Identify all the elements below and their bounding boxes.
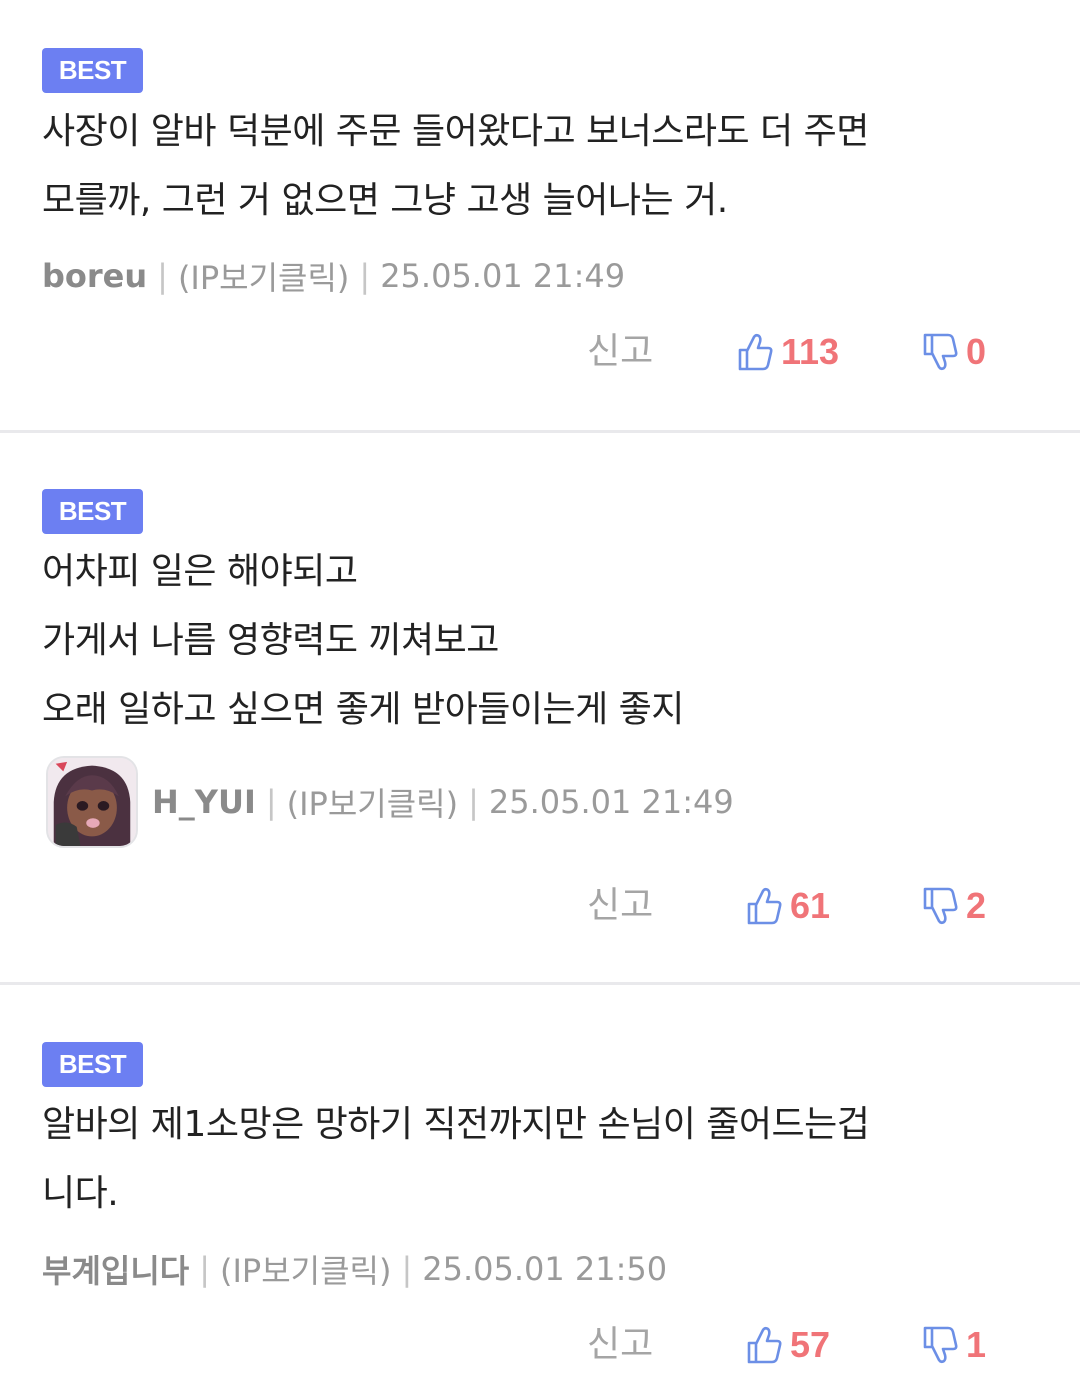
upvote-button[interactable]: 61	[746, 876, 830, 936]
report-button[interactable]: 신고	[587, 322, 653, 382]
meta-separator: |	[265, 783, 277, 821]
thumbs-down-icon	[923, 333, 958, 371]
comment-line: 알바의 제1소망은 망하기 직전까지만 손님이 줄어드는겁	[42, 1104, 870, 1145]
author-nickname[interactable]: boreu	[42, 257, 147, 295]
ip-view-link[interactable]: (IP보기클릭)	[287, 779, 458, 825]
comment-meta: H_YUI | (IP보기클릭) | 25.05.01 21:49	[46, 754, 734, 850]
meta-separator: |	[359, 257, 371, 295]
best-badge: BEST	[42, 48, 143, 93]
comment-body: 사장이 알바 덕분에 주문 들어왔다고 보너스라도 더 주면 모를까, 그런 거…	[42, 97, 1042, 235]
meta-separator: |	[468, 783, 479, 821]
upvote-count: 113	[781, 331, 840, 372]
comment-datetime: 25.05.01 21:49	[488, 783, 734, 821]
thumbs-down-icon	[923, 1326, 958, 1364]
comment-meta: boreu | (IP보기클릭) | 25.05.01 21:49	[42, 254, 625, 298]
best-badge: BEST	[42, 1042, 143, 1087]
best-badge: BEST	[42, 489, 143, 534]
thumbs-up-icon	[747, 1326, 782, 1364]
comment-datetime: 25.05.01 21:50	[422, 1250, 668, 1288]
comment-item: BEST 사장이 알바 덕분에 주문 들어왔다고 보너스라도 더 주면 모를까,…	[0, 0, 1080, 430]
comment-item: BEST 알바의 제1소망은 망하기 직전까지만 손님이 줄어드는겁 니다. 부…	[0, 985, 1080, 1392]
downvote-count: 2	[966, 885, 987, 926]
author-nickname[interactable]: H_YUI	[152, 783, 256, 821]
avatar[interactable]	[46, 756, 138, 848]
meta-separator: |	[199, 1250, 210, 1288]
downvote-button[interactable]: 2	[922, 876, 986, 936]
thumbs-up-icon	[747, 887, 782, 925]
comment-datetime: 25.05.01 21:49	[380, 257, 626, 295]
comment-body: 어차피 일은 해야되고 가게서 나름 영향력도 끼쳐보고 오래 일하고 싶으면 …	[42, 537, 1042, 744]
comment-line: 오래 일하고 싶으면 좋게 받아들이는게 좋지	[42, 689, 684, 730]
downvote-button[interactable]: 1	[922, 1315, 986, 1375]
comment-body: 알바의 제1소망은 망하기 직전까지만 손님이 줄어드는겁 니다.	[42, 1090, 1042, 1228]
comment-actions: 신고 57 1	[0, 1315, 1080, 1375]
report-button[interactable]: 신고	[587, 876, 653, 936]
comment-actions: 신고 61 2	[0, 876, 1080, 936]
downvote-count: 0	[966, 331, 987, 372]
downvote-count: 1	[966, 1324, 987, 1365]
comment-item: BEST 어차피 일은 해야되고 가게서 나름 영향력도 끼쳐보고 오래 일하고…	[0, 433, 1080, 982]
comment-line: 모를까, 그런 거 없으면 그냥 고생 늘어나는 거.	[42, 180, 728, 221]
comment-line: 어차피 일은 해야되고	[42, 551, 358, 592]
report-button[interactable]: 신고	[587, 1315, 653, 1375]
ip-view-link[interactable]: (IP보기클릭)	[220, 1246, 391, 1292]
meta-separator: |	[401, 1250, 413, 1288]
thumbs-up-icon	[738, 333, 773, 371]
comment-line: 사장이 알바 덕분에 주문 들어왔다고 보너스라도 더 주면	[42, 111, 869, 152]
upvote-count: 61	[790, 885, 831, 926]
comment-line: 니다.	[42, 1173, 119, 1214]
ip-view-link[interactable]: (IP보기클릭)	[178, 253, 349, 299]
comment-line: 가게서 나름 영향력도 끼쳐보고	[42, 620, 499, 661]
upvote-count: 57	[790, 1324, 831, 1365]
upvote-button[interactable]: 113	[737, 322, 839, 382]
comment-meta: 부계입니다 | (IP보기클릭) | 25.05.01 21:50	[42, 1247, 667, 1291]
meta-separator: |	[157, 257, 168, 295]
author-nickname[interactable]: 부계입니다	[42, 1246, 189, 1292]
downvote-button[interactable]: 0	[922, 322, 986, 382]
upvote-button[interactable]: 57	[746, 1315, 830, 1375]
thumbs-down-icon	[923, 887, 958, 925]
comment-actions: 신고 113 0	[0, 322, 1080, 382]
